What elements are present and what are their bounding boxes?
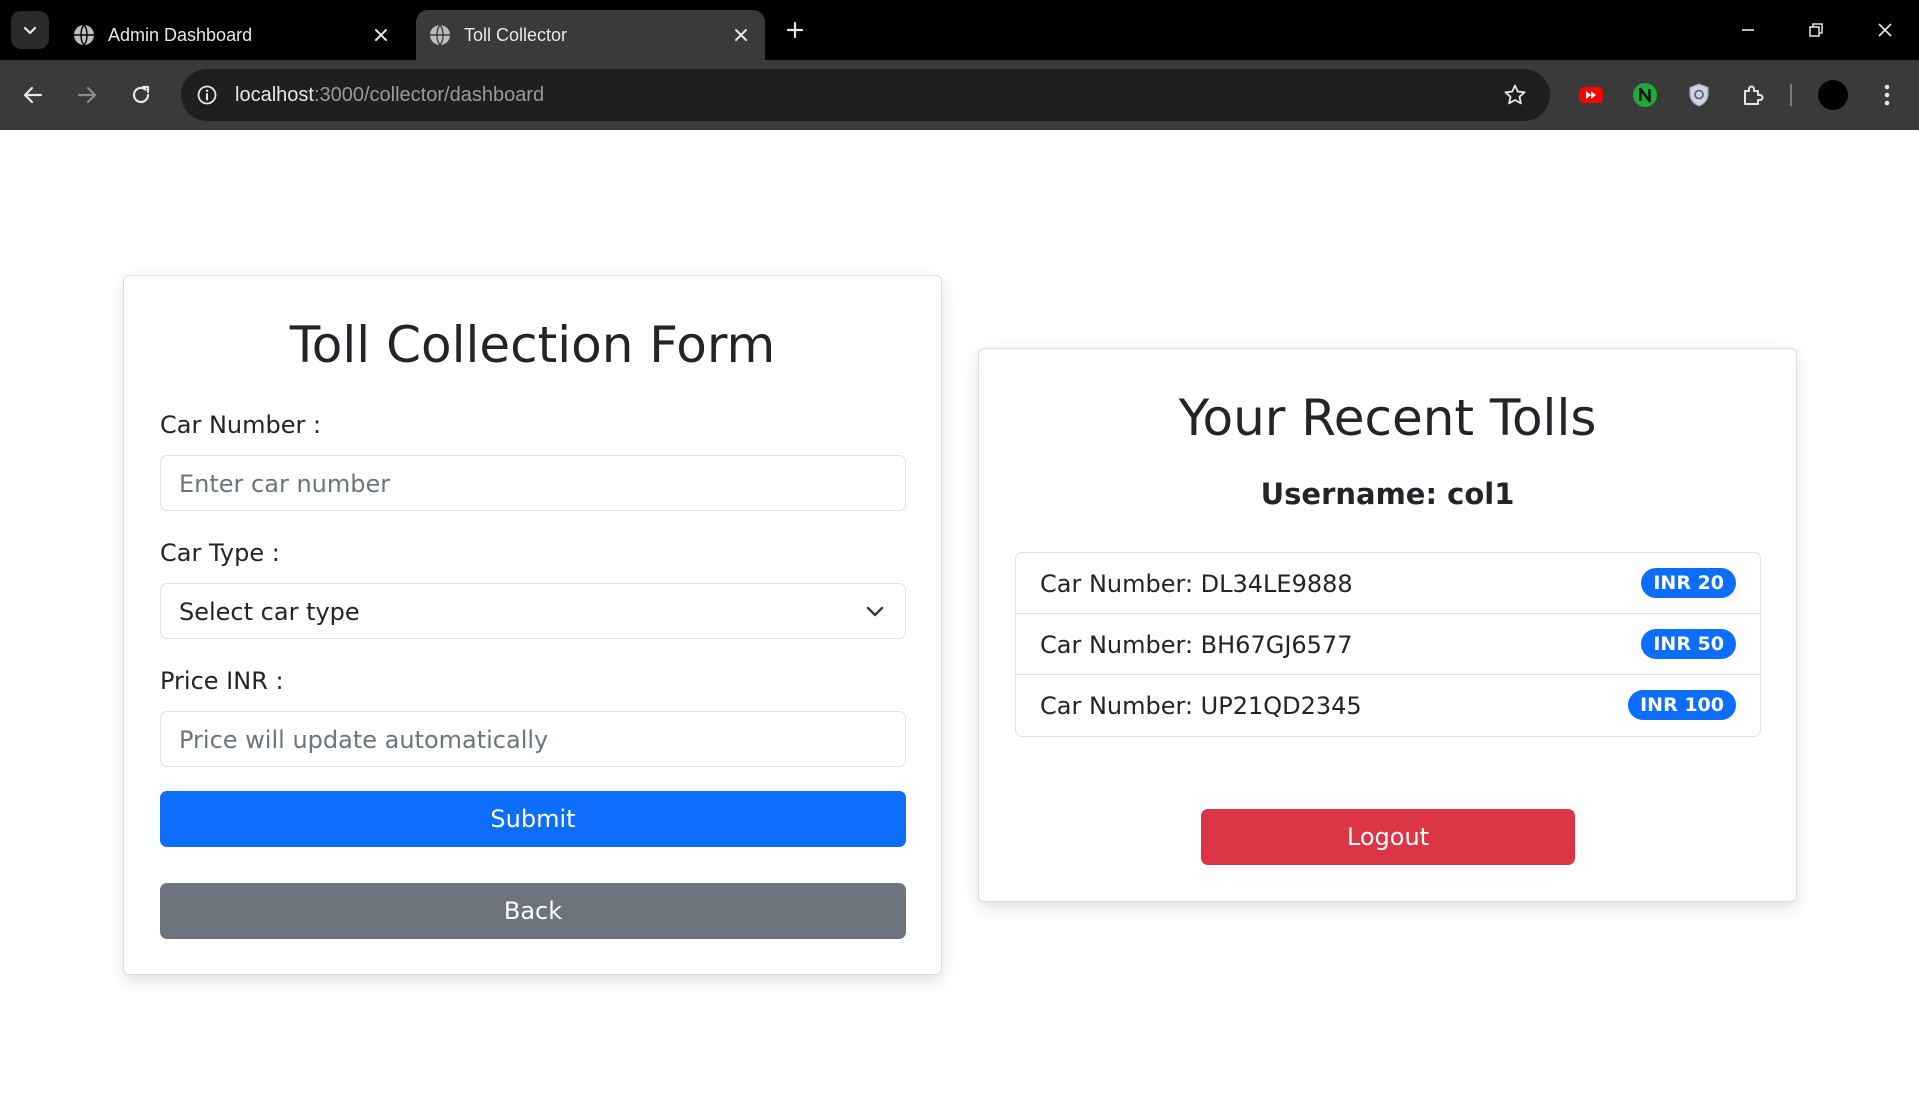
url-host: localhost — [235, 84, 314, 106]
close-icon[interactable] — [367, 21, 395, 49]
car-number-label: Car Number : — [160, 411, 322, 439]
logout-button[interactable]: Logout — [1201, 809, 1575, 865]
list-item: Car Number: BH67GJ6577 INR 50 — [1016, 614, 1760, 675]
n-extension-icon[interactable] — [1630, 80, 1660, 110]
tab-title: Admin Dashboard — [108, 25, 253, 45]
tab-toll-collector[interactable]: Toll Collector — [416, 10, 765, 60]
address-bar[interactable]: localhost:3000/collector/dashboard — [181, 69, 1550, 121]
submit-button[interactable]: Submit — [160, 791, 906, 847]
tab-title: Toll Collector — [464, 25, 568, 45]
profile-avatar[interactable] — [1818, 80, 1848, 110]
price-label: Price INR : — [160, 667, 284, 695]
toll-form-card: Toll Collection Form Car Number : Enter … — [123, 275, 942, 975]
car-type-select[interactable]: Select car type — [160, 583, 906, 639]
arrow-right-icon — [77, 86, 97, 104]
youtube-extension-icon[interactable] — [1576, 80, 1606, 110]
toll-list: Car Number: DL34LE9888 INR 20 Car Number… — [1015, 552, 1761, 737]
username-heading: Username: col1 — [1260, 477, 1515, 511]
recent-tolls-card: Your Recent Tolls Username: col1 Car Num… — [978, 348, 1797, 902]
restore-button[interactable] — [1798, 12, 1834, 48]
close-icon[interactable] — [727, 21, 755, 49]
minimize-icon — [1742, 29, 1754, 31]
bookmark-star-icon[interactable] — [1502, 82, 1528, 108]
site-info-icon[interactable] — [193, 81, 221, 109]
car-number-text: Car Number: DL34LE9888 — [1040, 570, 1353, 598]
price-input[interactable]: Price will update automatically — [160, 711, 906, 767]
new-tab-button[interactable] — [779, 14, 811, 46]
amount-badge: INR 20 — [1641, 568, 1736, 598]
amount-badge: INR 100 — [1628, 690, 1736, 720]
tab-admin-dashboard[interactable]: Admin Dashboard — [60, 10, 405, 60]
list-item: Car Number: UP21QD2345 INR 100 — [1016, 675, 1760, 736]
car-number-placeholder: Enter car number — [179, 470, 391, 498]
plus-icon — [786, 21, 804, 39]
car-number-text: Car Number: BH67GJ6577 — [1040, 631, 1353, 659]
back-button[interactable]: Back — [160, 883, 906, 939]
tab-search-button[interactable] — [11, 11, 49, 49]
browser-tab-bar: Admin Dashboard Toll Collector — [0, 0, 1919, 60]
browser-menu-icon[interactable] — [1872, 80, 1902, 110]
tolls-title: Your Recent Tolls — [1178, 389, 1597, 447]
car-number-text: Car Number: UP21QD2345 — [1040, 692, 1362, 720]
form-title: Toll Collection Form — [289, 316, 776, 374]
chevron-down-icon — [863, 600, 887, 624]
url-path: :3000/collector/dashboard — [313, 84, 545, 106]
price-placeholder: Price will update automatically — [179, 726, 549, 754]
browser-toolbar: localhost:3000/collector/dashboard — [0, 60, 1919, 130]
close-icon — [1878, 23, 1892, 37]
car-type-selected: Select car type — [179, 598, 360, 626]
window-close-button[interactable] — [1867, 12, 1903, 48]
shield-extension-icon[interactable] — [1684, 80, 1714, 110]
list-item: Car Number: DL34LE9888 INR 20 — [1016, 553, 1760, 614]
extensions-puzzle-icon[interactable] — [1738, 80, 1768, 110]
restore-icon — [1809, 23, 1823, 37]
amount-badge: INR 50 — [1641, 629, 1736, 659]
forward-nav-button[interactable] — [69, 77, 105, 113]
globe-icon — [430, 24, 450, 46]
arrow-left-icon — [23, 86, 43, 104]
toolbar-divider — [1790, 84, 1792, 106]
chevron-down-icon — [23, 26, 37, 35]
globe-icon — [74, 24, 94, 46]
car-number-input[interactable]: Enter car number — [160, 455, 906, 511]
reload-icon — [132, 85, 150, 104]
reload-button[interactable] — [123, 77, 159, 113]
car-type-label: Car Type : — [160, 539, 280, 567]
back-nav-button[interactable] — [15, 77, 51, 113]
url-text: localhost:3000/collector/dashboard — [235, 84, 544, 107]
minimize-button[interactable] — [1730, 12, 1766, 48]
